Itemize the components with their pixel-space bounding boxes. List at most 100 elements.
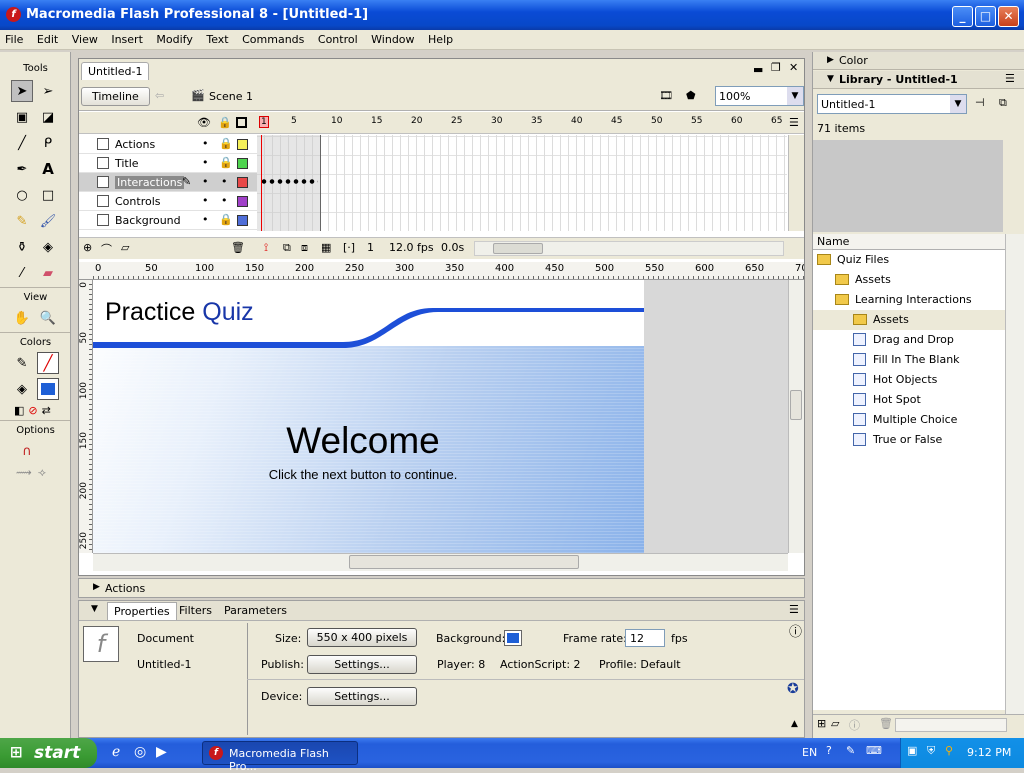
zoom-tool-icon[interactable]: 🔍 <box>37 307 59 329</box>
language-indicator[interactable]: EN <box>802 746 817 759</box>
tray-pen-icon[interactable]: ✎ <box>846 744 855 757</box>
library-item[interactable]: Learning Interactions <box>813 290 1005 310</box>
library-item[interactable]: Multiple Choice <box>813 410 1005 430</box>
publish-settings-button[interactable]: Settings... <box>307 655 417 674</box>
maximize-button[interactable]: □ <box>975 6 996 27</box>
menu-control[interactable]: Control <box>313 30 363 46</box>
layer-outline-color[interactable] <box>237 158 248 169</box>
delete-layer-icon[interactable]: 🗑 <box>231 241 245 254</box>
collapse-arrow-icon[interactable]: ▼ <box>827 74 834 84</box>
library-item[interactable]: Hot Objects <box>813 370 1005 390</box>
doc-close-icon[interactable]: ✕ <box>789 61 798 74</box>
lock-icon[interactable]: 🔒 <box>219 156 233 169</box>
black-white-icon[interactable]: ◧ <box>14 404 24 417</box>
expand-arrow-icon[interactable]: ▶ <box>827 55 834 65</box>
oval-tool-icon[interactable]: ○ <box>11 184 33 206</box>
layer-outline-color[interactable] <box>237 196 248 207</box>
tab-properties[interactable]: Properties <box>107 602 177 620</box>
smooth-icon[interactable]: ⟿ <box>16 466 32 480</box>
library-item[interactable]: Hot Spot <box>813 390 1005 410</box>
eraser-tool-icon[interactable]: ▰ <box>37 262 59 284</box>
library-item[interactable]: Quiz Files <box>813 250 1005 270</box>
chevron-down-icon[interactable]: ▼ <box>950 95 966 113</box>
properties-menu-icon[interactable]: ☰ <box>789 603 799 616</box>
color-panel-header[interactable]: ▶ Color <box>813 52 1024 70</box>
hand-tool-icon[interactable]: ✋ <box>11 307 33 329</box>
stroke-color-swatch[interactable]: ╱ <box>37 352 59 374</box>
selection-tool-icon[interactable]: ➤ <box>11 80 33 102</box>
size-button[interactable]: 550 x 400 pixels <box>307 628 417 647</box>
frame-ruler[interactable]: 1 5 10 15 20 25 30 35 40 45 50 55 60 65 <box>257 112 787 134</box>
media-player-icon[interactable]: ▶ <box>156 744 167 760</box>
library-item[interactable]: True or False <box>813 430 1005 450</box>
tray-keyboard-icon[interactable]: ⌨ <box>866 744 882 757</box>
menu-edit[interactable]: Edit <box>32 30 63 46</box>
layer-outline-color[interactable] <box>237 177 248 188</box>
insert-layer-icon[interactable]: ⊕ <box>83 241 92 254</box>
menu-window[interactable]: Window <box>366 30 419 46</box>
close-button[interactable]: ✕ <box>998 6 1019 27</box>
insert-folder-icon[interactable]: ▱ <box>121 241 129 254</box>
frames-grid[interactable] <box>257 135 787 231</box>
search-icon[interactable]: ⚲ <box>945 744 953 757</box>
no-color-icon[interactable]: ⊘ <box>28 404 37 417</box>
lock-all-icon[interactable]: 🔒 <box>218 116 232 129</box>
onion-skin-icon[interactable]: ⧉ <box>283 241 291 255</box>
start-button[interactable]: ⊞ start <box>0 738 97 768</box>
collapse-arrow-icon[interactable]: ▼ <box>91 604 98 614</box>
zoom-select[interactable]: 100% ▼ <box>715 86 804 106</box>
line-tool-icon[interactable]: ╱ <box>11 132 33 154</box>
library-item[interactable]: Drag and Drop <box>813 330 1005 350</box>
menu-file[interactable]: File <box>0 30 28 46</box>
pin-library-icon[interactable]: ⊣ <box>975 96 985 109</box>
document-tab[interactable]: Untitled-1 <box>81 62 150 80</box>
center-frame-icon[interactable]: ⟟ <box>264 241 268 255</box>
edit-multiple-icon[interactable]: ▦ <box>321 241 331 254</box>
library-item[interactable]: Assets <box>813 310 1005 330</box>
quicklaunch-icon[interactable]: ◎ <box>134 744 146 760</box>
resize-corner-icon[interactable]: ▲ <box>791 719 798 729</box>
onion-outline-icon[interactable]: ⧈ <box>301 241 308 255</box>
tray-help-icon[interactable]: ? <box>826 744 832 757</box>
menu-commands[interactable]: Commands <box>237 30 309 46</box>
properties-icon[interactable]: ⓘ <box>849 717 860 733</box>
delete-icon[interactable]: 🗑 <box>879 717 893 730</box>
edit-symbols-icon[interactable]: ⬟ <box>686 89 696 102</box>
scene-label[interactable]: Scene 1 <box>209 90 253 103</box>
edit-scene-icon[interactable]: 🎞 <box>659 89 673 102</box>
stage-hscroll[interactable] <box>93 553 788 571</box>
menu-text[interactable]: Text <box>201 30 233 46</box>
lasso-tool-icon[interactable]: ᑭ <box>37 132 59 154</box>
layer-row[interactable]: Title • 🔒 <box>79 154 257 173</box>
actions-panel-bar[interactable]: ▶ Actions <box>78 578 805 598</box>
swap-colors-icon[interactable]: ⇄ <box>42 404 51 417</box>
task-flash-button[interactable]: f Macromedia Flash Pro... <box>202 741 358 773</box>
device-settings-button[interactable]: Settings... <box>307 687 417 706</box>
stage-vscroll[interactable] <box>788 280 804 553</box>
rectangle-tool-icon[interactable]: □ <box>37 184 59 206</box>
add-guide-icon[interactable]: ⌒ <box>101 241 112 257</box>
layer-outline-color[interactable] <box>237 215 248 226</box>
pen-tool-icon[interactable]: ✒ <box>11 158 33 180</box>
timeline-vscroll[interactable] <box>788 135 804 231</box>
new-symbol-icon[interactable]: ⊞ <box>817 717 826 730</box>
straighten-icon[interactable]: ⟢ <box>38 466 46 480</box>
new-folder-icon[interactable]: ▱ <box>831 717 839 730</box>
lock-icon[interactable]: 🔒 <box>219 137 233 150</box>
menu-view[interactable]: View <box>67 30 103 46</box>
library-hscroll[interactable] <box>895 718 1007 732</box>
outline-all-icon[interactable] <box>236 117 247 128</box>
layer-row[interactable]: Background • 🔒 <box>79 211 257 230</box>
help-icon[interactable]: ⓘ <box>789 621 802 640</box>
layer-row-selected[interactable]: Interactions ✎ • • <box>79 173 257 192</box>
stage[interactable]: Practice Quiz Welcome Click the next but… <box>93 280 644 553</box>
layer-outline-color[interactable] <box>237 139 248 150</box>
subselection-tool-icon[interactable]: ➢ <box>37 80 59 102</box>
timeline-hscroll[interactable] <box>474 241 784 256</box>
fill-transform-tool-icon[interactable]: ◪ <box>37 106 59 128</box>
brush-tool-icon[interactable]: 🖌 <box>37 210 59 232</box>
background-color-swatch[interactable] <box>504 630 522 646</box>
library-column-header[interactable]: Name <box>813 234 1024 250</box>
framerate-input[interactable]: 12 <box>625 629 665 647</box>
menu-insert[interactable]: Insert <box>106 30 148 46</box>
